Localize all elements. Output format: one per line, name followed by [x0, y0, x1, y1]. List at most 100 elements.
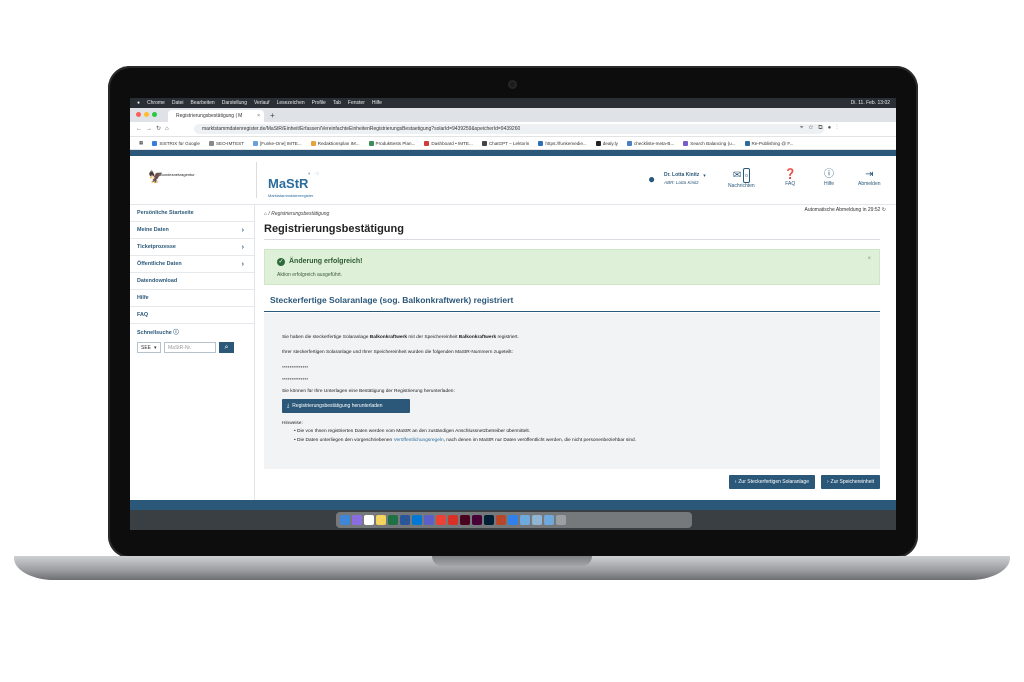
- maximize-window-icon[interactable]: [152, 112, 157, 117]
- menu-fenster[interactable]: Fenster: [348, 100, 365, 106]
- trash-icon[interactable]: [556, 515, 566, 525]
- mastr-number-solar: **************: [282, 366, 309, 371]
- chevron-right-icon: ›: [826, 479, 829, 485]
- sidebar-item-datendownload[interactable]: Datendownload: [130, 273, 254, 290]
- menu-darstellung[interactable]: Darstellung: [222, 100, 247, 106]
- back-icon[interactable]: ←: [136, 126, 146, 132]
- publication-rules-link[interactable]: Veröffentlichungsregeln: [394, 438, 444, 443]
- powerpoint-icon[interactable]: [496, 515, 506, 525]
- forward-icon[interactable]: →: [146, 126, 156, 132]
- acrobat-icon[interactable]: [448, 515, 458, 525]
- word-icon[interactable]: [400, 515, 410, 525]
- breadcrumb-current: Registrierungsbestätigung: [271, 211, 330, 217]
- profile-icon[interactable]: ●: [828, 125, 837, 131]
- incopy-icon[interactable]: [472, 515, 482, 525]
- bookmark-item[interactable]: SEO-IMTEST: [208, 140, 244, 146]
- bookmark-item[interactable]: Search Balancing (u...: [683, 140, 736, 146]
- sidebar-item-label: Persönliche Startseite: [137, 210, 194, 216]
- quick-search-select[interactable]: SEE ▾: [137, 342, 161, 353]
- calendar-icon[interactable]: [364, 515, 374, 525]
- bookmark-item[interactable]: Re-Publishing @ F...: [744, 140, 793, 146]
- sidebar-item-meine-daten[interactable]: Meine Daten ›: [130, 222, 254, 239]
- sidebar-item-startseite[interactable]: Persönliche Startseite: [130, 205, 254, 222]
- refresh-icon[interactable]: ↻: [882, 207, 886, 213]
- excel-icon[interactable]: [388, 515, 398, 525]
- auto-logout-text: Automatische Abmeldung in 29:52: [804, 207, 881, 213]
- bookmark-item[interactable]: SISTRIX für Google: [152, 140, 200, 146]
- logout-icon: ⇥: [865, 169, 874, 180]
- select-value: SEE: [141, 344, 152, 351]
- apps-icon[interactable]: ▦: [139, 140, 143, 146]
- outlook-icon[interactable]: [412, 515, 422, 525]
- nav-buttons: ←→↻⌂: [136, 125, 173, 132]
- menu-profile[interactable]: Profile: [312, 100, 326, 106]
- quick-search-input[interactable]: MaStR-Nr.: [164, 342, 216, 353]
- storage-name: Balkonkraftwerk: [458, 335, 497, 340]
- bookmark-item[interactable]: Dashboard • IMTE...: [424, 140, 473, 146]
- chrome-icon[interactable]: [436, 515, 446, 525]
- nav-nachrichten[interactable]: ✉ 0 Nachrichten: [728, 168, 755, 189]
- menu-tab[interactable]: Tab: [333, 100, 341, 106]
- menu-hilfe[interactable]: Hilfe: [372, 100, 382, 106]
- bookmark-item[interactable]: https://funkemedie...: [538, 140, 587, 146]
- user-menu[interactable]: ● Dr. Lotta Kinitz ABR: Lotta Kinitz ▾: [648, 172, 706, 186]
- menu-datei[interactable]: Datei: [172, 100, 184, 106]
- folder-icon[interactable]: [532, 515, 542, 525]
- menu-chrome[interactable]: Chrome: [147, 100, 165, 106]
- nav-abmelden[interactable]: ⇥ Abmelden: [858, 168, 881, 187]
- bookmark-item[interactable]: [Funke-One] IMTE...: [253, 140, 302, 146]
- search-button[interactable]: ⌕: [219, 342, 234, 353]
- notes-icon[interactable]: [376, 515, 386, 525]
- photoshop-icon[interactable]: [484, 515, 494, 525]
- goto-storage-button[interactable]: › Zur Speichereinheit: [820, 475, 880, 489]
- auto-logout-timer: Automatische Abmeldung in 29:52 ↻: [805, 207, 886, 213]
- address-input[interactable]: marktstammdatenregister.de/MaStR/Einheit…: [194, 124, 824, 134]
- teams-icon[interactable]: [424, 515, 434, 525]
- finder-icon[interactable]: [340, 515, 350, 525]
- folder-icon[interactable]: [544, 515, 554, 525]
- close-icon[interactable]: ×: [867, 256, 871, 262]
- header-divider: [256, 162, 257, 198]
- apple-icon[interactable]: ●: [137, 100, 140, 106]
- bookmark-item[interactable]: ChatGPT – Lektorin: [481, 140, 529, 146]
- close-window-icon[interactable]: [136, 112, 141, 117]
- menu-bearbeiten[interactable]: Bearbeiten: [191, 100, 215, 106]
- sidebar-item-faq[interactable]: FAQ: [130, 307, 254, 324]
- chevron-down-icon: ▾: [703, 173, 706, 179]
- home-icon[interactable]: ⌂: [165, 126, 173, 132]
- menu-verlauf[interactable]: Verlauf: [254, 100, 270, 106]
- bookmark-item[interactable]: Redaktionsplan IM...: [310, 140, 360, 146]
- bookmark-item[interactable]: checkliste-meta-B...: [626, 140, 674, 146]
- menubar-clock[interactable]: Di. 11. Feb. 13:02: [851, 100, 890, 106]
- info-icon[interactable]: ⓘ: [173, 330, 178, 336]
- nav-label: Hilfe: [824, 181, 835, 187]
- sidebar-item-oeffentliche-daten[interactable]: Öffentliche Daten ›: [130, 256, 254, 273]
- url-bar: ←→↻⌂ marktstammdatenregister.de/MaStR/Ei…: [130, 122, 896, 137]
- button-label: Zur Speichereinheit: [830, 479, 874, 485]
- menu-lesezeichen[interactable]: Lesezeichen: [277, 100, 305, 106]
- new-tab-icon[interactable]: +: [270, 111, 275, 120]
- launchpad-icon[interactable]: [352, 515, 362, 525]
- download-confirmation-button[interactable]: ⤓ Registrierungsbestätigung herunterladen: [282, 399, 410, 413]
- sidebar-item-hilfe[interactable]: Hilfe: [130, 290, 254, 307]
- nav-hilfe[interactable]: ⓘ Hilfe: [824, 168, 834, 187]
- close-tab-icon[interactable]: ×: [257, 113, 260, 119]
- extensions-icon[interactable]: ⧉: [818, 125, 827, 131]
- site-logo[interactable]: MaStR: [268, 176, 308, 191]
- goto-solar-button[interactable]: › Zur Steckerfertigen Solaranlage: [728, 475, 815, 489]
- sidebar-item-ticketprozesse[interactable]: Ticketprozesse ›: [130, 239, 254, 256]
- reload-icon[interactable]: ↻: [156, 126, 165, 132]
- bookmark-item[interactable]: dealy.ly: [595, 140, 618, 146]
- minimize-window-icon[interactable]: [144, 112, 149, 117]
- menu-dots-icon[interactable]: ⋮: [836, 125, 843, 131]
- indesign-icon[interactable]: [460, 515, 470, 525]
- browser-tab[interactable]: Registrierungsbestätigung | M ×: [168, 110, 264, 122]
- bookmark-item[interactable]: Produkttests Plan...: [368, 140, 415, 146]
- cloud-icon[interactable]: [508, 515, 518, 525]
- search-icon: ⌕: [224, 343, 229, 351]
- home-icon[interactable]: ⌂: [264, 211, 267, 217]
- star-icon[interactable]: ☆: [808, 125, 818, 131]
- section-title: Steckerfertige Solaranlage (sog. Balkonk…: [270, 295, 514, 305]
- nav-faq[interactable]: ❓ FAQ: [784, 168, 796, 187]
- preview-icon[interactable]: [520, 515, 530, 525]
